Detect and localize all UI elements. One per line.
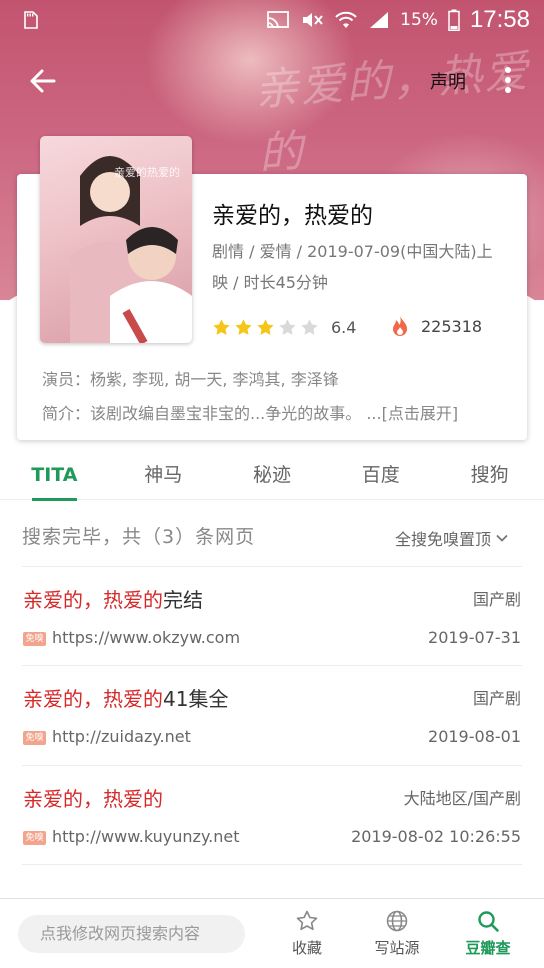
- divider: [22, 864, 522, 865]
- divider: [22, 566, 522, 567]
- result-title-highlight: 亲爱的，热爱的: [23, 588, 163, 612]
- result-row[interactable]: 亲爱的，热爱的完结 国产剧免嗅 https://www.okzyw.com 2019-…: [0, 566, 544, 665]
- signal-icon: [370, 12, 389, 28]
- result-title-rest: 41集全: [163, 687, 229, 711]
- result-category: 国产剧: [472, 689, 521, 708]
- results-summary: 搜索完毕，共（3）条网页: [22, 526, 256, 548]
- star-filled-icon: [213, 318, 230, 335]
- cast-list: 演员：杨紫, 李现, 胡一天, 李鸿其, 李泽锋: [42, 370, 339, 389]
- hero-watermark: 亲爱的，热爱的: [252, 45, 532, 180]
- star-filled-icon: [235, 318, 252, 335]
- result-category: 大陆地区/国产剧: [403, 789, 521, 808]
- edit-search-input[interactable]: 点我修改网页搜索内容: [18, 915, 245, 953]
- poster-art: 亲爱的热爱的: [70, 156, 192, 343]
- result-date: 2019-08-02 10:26:55: [351, 827, 521, 846]
- favorite-button[interactable]: 收藏: [275, 909, 339, 958]
- write-source-button[interactable]: 写站源: [365, 909, 429, 958]
- rating-row: 6.4: [212, 315, 356, 339]
- divider: [22, 665, 522, 666]
- result-url: http://zuidazy.net: [52, 727, 191, 746]
- result-url: http://www.kuyunzy.net: [52, 827, 240, 846]
- status-bar: 15% 17:58: [0, 0, 544, 40]
- result-title-highlight: 亲爱的，热爱的: [23, 687, 163, 711]
- chevron-down-icon: [496, 534, 508, 542]
- sniff-free-badge: 免嗅: [23, 731, 46, 745]
- back-arrow-icon[interactable]: [26, 64, 60, 98]
- fire-icon: [393, 316, 407, 336]
- tab-搜狗[interactable]: 搜狗: [435, 454, 544, 499]
- result-title[interactable]: 亲爱的，热爱的41集全: [23, 683, 228, 712]
- result-date: 2019-08-01: [428, 727, 521, 746]
- statement-button[interactable]: 声明: [430, 68, 466, 94]
- result-url: https://www.okzyw.com: [52, 628, 241, 647]
- sniff-free-badge: 免嗅: [23, 632, 46, 646]
- search-icon: [478, 911, 499, 932]
- cast-icon: [267, 11, 290, 29]
- star-outline-icon: [296, 910, 318, 931]
- battery-percent: 15%: [400, 10, 438, 30]
- status-icons: 15% 17:58: [266, 0, 530, 40]
- heat-count: 225318: [421, 317, 483, 336]
- star-empty-icon: [279, 318, 296, 335]
- rating-score: 6.4: [331, 317, 357, 337]
- filter-label: 全搜免嗅置顶: [395, 530, 492, 549]
- tab-秘迹[interactable]: 秘迹: [218, 454, 327, 499]
- more-options-icon[interactable]: [498, 64, 518, 96]
- result-row[interactable]: 亲爱的，热爱的41集全 国产剧免嗅 http://zuidazy.net 2019-0…: [0, 665, 544, 764]
- search-engine-tabs: TITA 神马 秘迹 百度 搜狗: [0, 454, 544, 501]
- poster-title-text: 亲爱的热爱的: [114, 165, 180, 179]
- result-date: 2019-07-31: [428, 628, 521, 647]
- filter-dropdown[interactable]: 全搜免嗅置顶: [395, 526, 509, 550]
- wifi-icon: [335, 11, 357, 28]
- star-rating: [212, 318, 319, 337]
- douban-label: 豆瓣查: [465, 939, 511, 957]
- tab-神马[interactable]: 神马: [109, 454, 218, 499]
- tab-tita[interactable]: TITA: [0, 454, 109, 501]
- poster-image[interactable]: 亲爱的热爱的: [40, 136, 192, 343]
- result-title[interactable]: 亲爱的，热爱的: [23, 783, 163, 812]
- tab-百度[interactable]: 百度: [326, 454, 435, 499]
- result-row[interactable]: 亲爱的，热爱的 大陆地区/国产剧免嗅 http://www.kuyunzy.net 2…: [0, 765, 544, 864]
- globe-icon: [386, 910, 408, 932]
- result-title-rest: 完结: [163, 588, 203, 612]
- star-empty-icon: [301, 318, 318, 335]
- result-title-highlight: 亲爱的，热爱的: [23, 787, 163, 811]
- favorite-label: 收藏: [291, 939, 322, 957]
- sniff-free-badge: 免嗅: [23, 831, 46, 845]
- mute-icon: [303, 13, 323, 27]
- douban-button[interactable]: 豆瓣查: [456, 909, 520, 958]
- result-category: 国产剧: [472, 590, 521, 609]
- battery-icon: [448, 9, 460, 31]
- intro-text[interactable]: 简介：该剧改编自墨宝非宝的...争光的故事。 ...[点击展开]: [42, 400, 458, 424]
- write-source-label: 写站源: [374, 939, 420, 957]
- show-title: 亲爱的，热爱的: [212, 203, 373, 229]
- show-meta: 剧情 / 爱情 / 2019-07-09(中国大陆)上映 / 时长45分钟: [212, 242, 493, 292]
- bottom-bar: 点我修改网页搜索内容 收藏 写站源 豆瓣查: [0, 898, 544, 968]
- sd-card-icon: [24, 11, 38, 29]
- clock: 17:58: [469, 6, 530, 33]
- divider: [22, 765, 522, 766]
- star-filled-icon: [257, 318, 274, 335]
- result-title[interactable]: 亲爱的，热爱的完结: [23, 584, 203, 613]
